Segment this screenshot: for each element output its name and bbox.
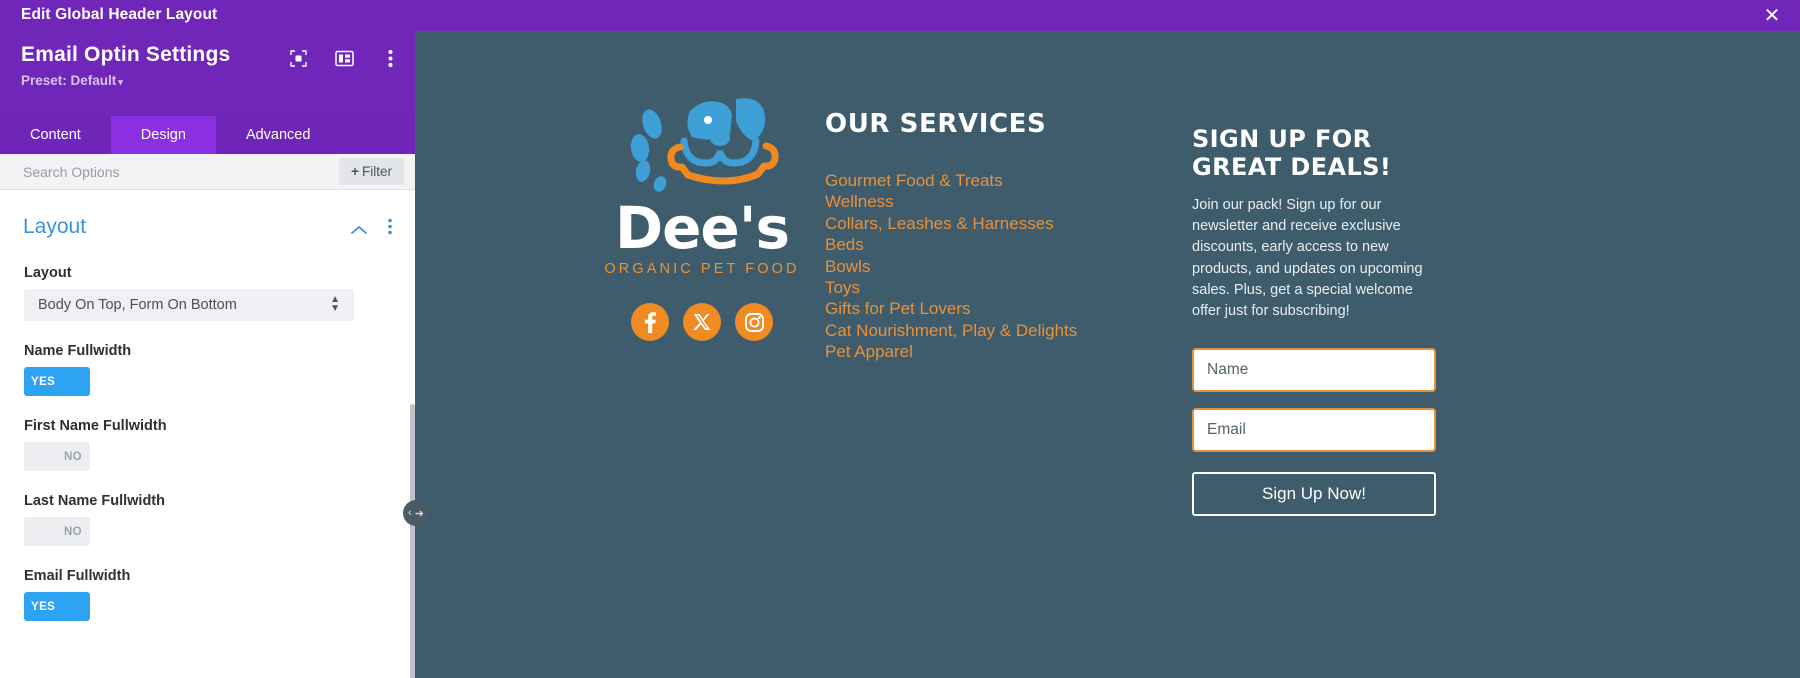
filter-button[interactable]: + Filter (339, 158, 404, 185)
field-last-name-fullwidth-label: Last Name Fullwidth (24, 493, 165, 509)
panel-title: Email Optin Settings (21, 43, 231, 66)
search-bar: +Filter (0, 154, 415, 190)
service-item[interactable]: Wellness (825, 191, 1155, 212)
brand-tagline: ORGANIC PET FOOD (604, 261, 800, 277)
name-fullwidth-toggle-value: YES (31, 375, 56, 388)
panel-header: Email Optin Settings Preset: Default ▾ (0, 31, 415, 116)
services-heading: Our Services (825, 109, 1049, 139)
search-input[interactable] (21, 162, 285, 181)
chevron-down-icon: ▾ (118, 77, 123, 87)
name-fullwidth-toggle[interactable]: YES (24, 367, 90, 396)
email-fullwidth-toggle-value: YES (31, 600, 56, 613)
layout-select-value: Body On Top, Form On Bottom (38, 297, 237, 313)
email-field[interactable] (1192, 408, 1436, 453)
section-title[interactable]: Layout (23, 215, 86, 239)
optin-heading: Sign Up For Great Deals! (1192, 125, 1392, 181)
field-name-fullwidth-label: Name Fullwidth (24, 343, 132, 359)
app-root: Edit Global Header Layout ✕ Email Optin … (0, 0, 1800, 678)
optin-form: Sign Up Now! (1192, 348, 1438, 517)
field-first-name-fullwidth-label: First Name Fullwidth (24, 418, 167, 434)
service-item[interactable]: Toys (825, 277, 1155, 298)
sign-up-button[interactable]: Sign Up Now! (1192, 472, 1436, 517)
dog-face-paw-logo-icon (612, 91, 792, 201)
window-title: Edit Global Header Layout (21, 6, 218, 23)
field-layout: Layout Body On Top, Form On Bottom ▲ ▼ (24, 265, 415, 321)
preset-label: Preset: Default (21, 73, 117, 88)
service-item[interactable]: Gifts for Pet Lovers (825, 298, 1155, 319)
facebook-icon[interactable] (631, 303, 669, 341)
services-list: Gourmet Food & Treats Wellness Collars, … (825, 170, 1155, 363)
instagram-icon[interactable] (735, 303, 773, 341)
services-column: Our Services Gourmet Food & Treats Welln… (825, 109, 1155, 363)
brand-wordmark: Dee's (614, 194, 790, 262)
section-kebab-menu-icon[interactable] (388, 218, 392, 240)
services-heading-text: Our Services (825, 109, 1047, 139)
field-first-name-fullwidth: First Name Fullwidth NO (24, 418, 415, 471)
service-item[interactable]: Collars, Leashes & Harnesses (825, 213, 1155, 234)
tab-design[interactable]: Design (110, 116, 216, 154)
field-email-fullwidth-label: Email Fullwidth (24, 568, 131, 584)
brand-column: Dee's ORGANIC PET FOOD (557, 91, 847, 341)
field-name-fullwidth: Name Fullwidth YES (24, 343, 415, 396)
chevron-left-icon: ‹ (408, 507, 412, 519)
tab-content[interactable]: Content (0, 116, 111, 154)
layout-select[interactable]: Body On Top, Form On Bottom ▲ ▼ (24, 289, 354, 321)
last-name-fullwidth-toggle[interactable]: NO (24, 517, 90, 546)
tab-advanced[interactable]: Advanced (216, 116, 341, 154)
service-item[interactable]: Gourmet Food & Treats (825, 170, 1155, 191)
email-fullwidth-toggle[interactable]: YES (24, 592, 90, 621)
panel-body: Layout Layout Body On Top, Form On Botto… (0, 215, 415, 678)
service-item[interactable]: Pet Apparel (825, 341, 1155, 362)
panel-header-icons (287, 47, 401, 69)
settings-panel: Email Optin Settings Preset: Default ▾ C… (0, 31, 415, 678)
preset-selector[interactable]: Preset: Default ▾ (21, 73, 123, 88)
kebab-menu-icon[interactable] (379, 47, 401, 69)
arrow-right-icon: ➜ (414, 507, 424, 520)
last-name-fullwidth-toggle-value: NO (63, 525, 82, 538)
service-item[interactable]: Cat Nourishment, Play & Delights (825, 320, 1155, 341)
focus-target-icon[interactable] (287, 47, 309, 69)
field-layout-label: Layout (24, 265, 72, 281)
first-name-fullwidth-toggle-value: NO (63, 450, 82, 463)
filter-button-label: Filter (362, 164, 392, 179)
chevron-up-icon[interactable] (351, 222, 367, 240)
field-last-name-fullwidth: Last Name Fullwidth NO (24, 493, 415, 546)
optin-body-text: Join our pack! Sign up for our newslette… (1192, 197, 1423, 320)
panel-resize-handle[interactable]: ‹ ➜ (403, 500, 429, 526)
section-layout-header: Layout (0, 215, 415, 243)
window-titlebar: Edit Global Header Layout ✕ (0, 0, 1800, 31)
panel-tabs: Content Design Advanced (0, 116, 415, 154)
service-item[interactable]: Bowls (825, 256, 1155, 277)
social-links (557, 303, 847, 341)
plus-icon: + (351, 164, 359, 179)
select-arrows-icon: ▲ ▼ (330, 294, 340, 314)
optin-column: Sign Up For Great Deals! Join our pack! … (1192, 125, 1438, 517)
first-name-fullwidth-toggle[interactable]: NO (24, 442, 90, 471)
service-item[interactable]: Beds (825, 234, 1155, 255)
x-twitter-icon[interactable] (683, 303, 721, 341)
module-preview: Dee's ORGANIC PET FOOD Our Services (415, 31, 1800, 678)
close-icon[interactable]: ✕ (1760, 4, 1784, 28)
name-field[interactable] (1192, 348, 1436, 393)
field-email-fullwidth: Email Fullwidth YES (24, 568, 415, 621)
layout-columns-icon[interactable] (333, 47, 355, 69)
